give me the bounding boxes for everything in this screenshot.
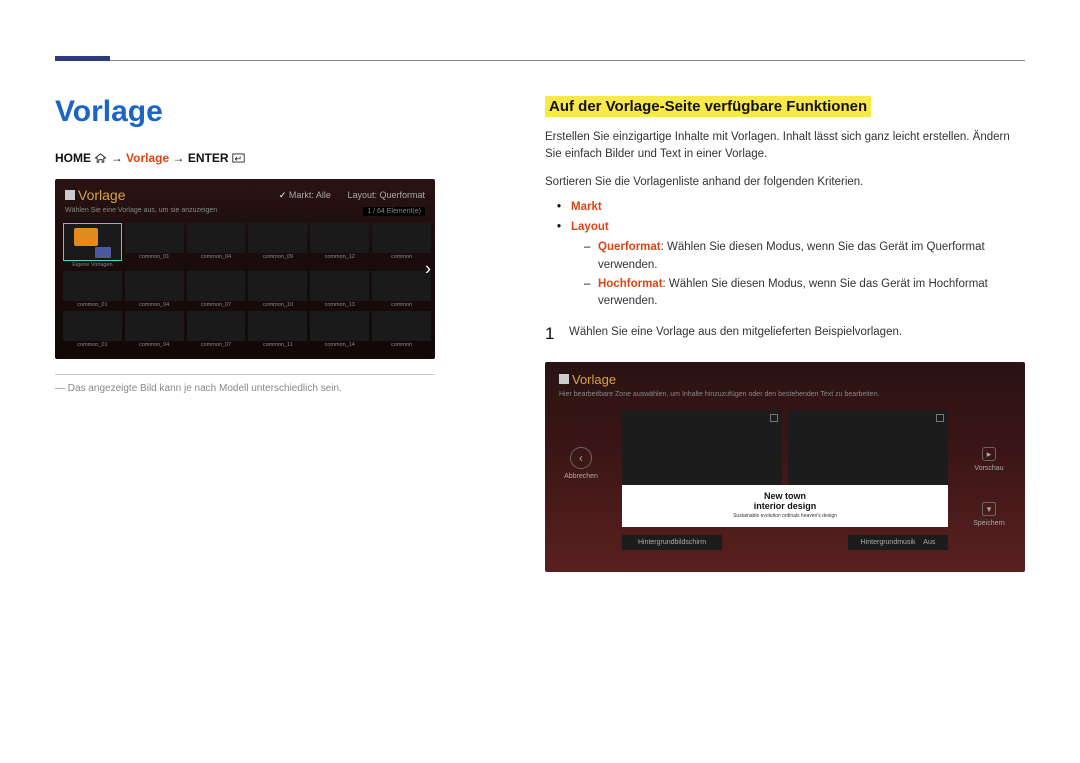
section-heading: Auf der Vorlage-Seite verfügbare Funktio… — [545, 96, 871, 117]
criteria-list: Markt Layout Querformat: Wählen Sie dies… — [557, 199, 1025, 311]
header-rule — [55, 60, 1025, 61]
thumb — [187, 271, 246, 301]
right-column: Auf der Vorlage-Seite verfügbare Funktio… — [545, 95, 1025, 572]
bullet-markt: Markt — [571, 201, 602, 213]
thumb — [372, 311, 431, 341]
preview-caption: New town interior design Sustainable evo… — [622, 485, 948, 527]
step-text: Wählen Sie eine Vorlage aus den mitgelie… — [569, 324, 902, 341]
term-hochformat: Hochformat — [598, 278, 663, 290]
bullet-layout: Layout — [571, 221, 609, 233]
step-1: 1 Wählen Sie eine Vorlage aus den mitgel… — [545, 324, 1025, 344]
preview-area: New town interior design Sustainable evo… — [620, 410, 950, 550]
breadcrumb: HOME → Vorlage → ENTER — [55, 151, 435, 165]
thumb — [248, 271, 307, 301]
divider — [55, 374, 435, 375]
bg-image-button: Hintergrundbildschirm — [622, 535, 722, 550]
thumb — [310, 271, 369, 301]
left-column: Vorlage HOME → Vorlage → ENTER Vorlage ✓… — [55, 95, 435, 394]
breadcrumb-arrow-1: → — [111, 151, 123, 165]
thumb — [125, 223, 184, 253]
thumb — [187, 311, 246, 341]
thumb — [63, 271, 122, 301]
thumb — [248, 223, 307, 253]
screenshot-left-grid: Eigene Vorlagen common_01 common_04 comm… — [55, 219, 435, 348]
breadcrumb-home: HOME — [55, 151, 91, 165]
thumb-own-templates — [63, 223, 122, 261]
template-edit-screenshot: Vorlage Hier bearbeitbare Zone auswählen… — [545, 362, 1025, 572]
thumb — [310, 311, 369, 341]
breadcrumb-mid: Vorlage — [126, 151, 169, 165]
step-number: 1 — [545, 324, 569, 344]
header-accent — [55, 56, 110, 61]
section-para-1: Erstellen Sie einzigartige Inhalte mit V… — [545, 129, 1025, 164]
screenshot-right-title: Vorlage — [545, 362, 1025, 391]
thumb — [187, 223, 246, 253]
enter-icon — [232, 153, 245, 163]
vorlage-icon — [559, 374, 569, 384]
bg-music-button: Hintergrundmusik Aus — [848, 535, 948, 550]
screenshot-left-filters: ✓ Markt: Alle Layout: Querformat — [265, 190, 425, 201]
preview-bottom-row: Hintergrundbildschirm Hintergrundmusik A… — [622, 535, 948, 550]
expand-icon — [770, 414, 778, 422]
breadcrumb-enter: ENTER — [188, 151, 229, 165]
home-icon — [94, 153, 107, 163]
thumb — [63, 311, 122, 341]
screenshot-left-subtitle: Wählen Sie eine Vorlage aus, um sie anzu… — [65, 207, 217, 216]
thumb — [248, 311, 307, 341]
vorlage-icon — [65, 190, 75, 200]
screenshot-right-subtitle: Hier bearbeitbare Zone auswählen, um Inh… — [545, 391, 1025, 398]
preview-tile-left — [622, 410, 782, 485]
section-para-2: Sortieren Sie die Vorlagenliste anhand d… — [545, 174, 1025, 191]
thumb — [310, 223, 369, 253]
layout-sublist: Querformat: Wählen Sie diesen Modus, wen… — [584, 239, 1025, 310]
thumb — [125, 311, 184, 341]
breadcrumb-arrow-2: → — [173, 151, 185, 165]
screenshot-left-title: Vorlage — [65, 187, 125, 203]
term-querformat: Querformat — [598, 241, 661, 253]
template-list-screenshot: Vorlage ✓ Markt: Alle Layout: Querformat… — [55, 179, 435, 359]
page-title: Vorlage — [55, 95, 435, 129]
preview-tile-right — [788, 410, 948, 485]
footnote: Das angezeigte Bild kann je nach Modell … — [55, 383, 435, 394]
next-arrow-icon: › — [425, 259, 431, 280]
thumb — [372, 271, 431, 301]
screenshot-left-counter: 1 / 64 Element(e) — [363, 207, 425, 216]
expand-icon — [936, 414, 944, 422]
thumb — [125, 271, 184, 301]
thumb — [372, 223, 431, 253]
